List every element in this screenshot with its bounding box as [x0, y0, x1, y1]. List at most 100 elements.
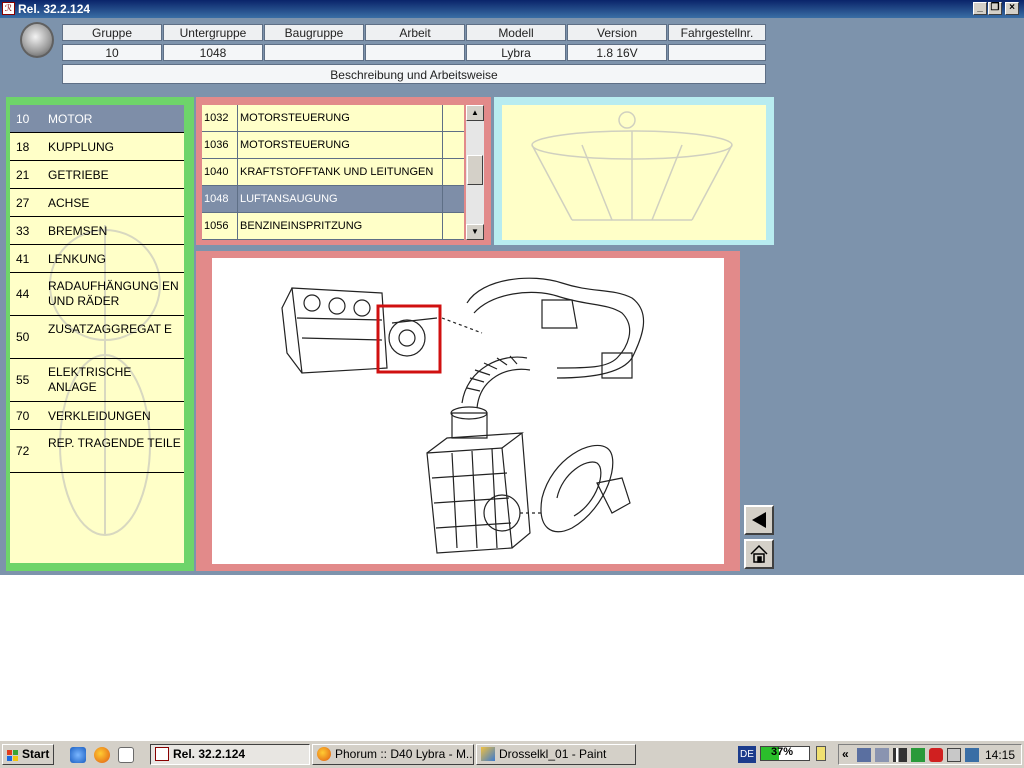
task-label: Drosselkl_01 - Paint — [499, 747, 607, 761]
windows-logo-icon — [7, 749, 19, 761]
subgroup-number: 1040 — [204, 166, 229, 178]
task-button-paint[interactable]: Drosselkl_01 - Paint — [476, 744, 636, 765]
group-item[interactable]: 21 GETRIEBE — [10, 161, 184, 189]
header-value-version: 1.8 16V — [567, 44, 667, 61]
group-item[interactable]: 72 REP. TRAGENDE TEILE — [10, 430, 184, 473]
group-item[interactable]: 27 ACHSE — [10, 189, 184, 217]
scrollbar-thumb[interactable] — [467, 155, 483, 185]
group-label: GETRIEBE — [48, 168, 109, 182]
document-icon[interactable] — [118, 747, 134, 763]
column-divider — [442, 213, 443, 240]
arrow-up-icon[interactable]: ▲ — [466, 105, 484, 121]
thumbnail-view[interactable] — [502, 105, 766, 240]
group-number: 18 — [16, 140, 30, 154]
header-label-fahrgestellnr: Fahrgestellnr. — [668, 24, 766, 41]
highlight-box — [376, 304, 442, 374]
header-value-arbeit — [365, 44, 465, 61]
arrow-down-icon[interactable]: ▼ — [466, 224, 484, 240]
header-label-baugruppe: Baugruppe — [264, 24, 364, 41]
header-value-baugruppe — [264, 44, 364, 61]
app-icon: ℛ — [2, 2, 15, 15]
group-label: ELEKTRISCHE ANLAGE — [48, 365, 132, 394]
group-number: 21 — [16, 168, 30, 182]
signal-icon[interactable] — [893, 748, 907, 762]
lancia-logo-icon — [20, 22, 54, 58]
window-titlebar[interactable]: ℛ Rel. 32.2.124 _ ❐ × — [0, 0, 1024, 18]
home-icon — [750, 544, 768, 563]
column-divider — [237, 105, 238, 132]
group-item[interactable]: 10 MOTOR — [10, 105, 184, 133]
battery-icon[interactable] — [816, 746, 826, 761]
header-value-fahrgestellnr — [668, 44, 766, 61]
subgroup-label: MOTORSTEUERUNG — [240, 139, 350, 151]
column-divider — [442, 186, 443, 213]
task-button-rel[interactable]: Rel. 32.2.124 — [150, 744, 310, 765]
clock[interactable]: 14:15 — [985, 748, 1015, 762]
triangle-left-icon — [752, 512, 766, 528]
connection-icon[interactable] — [911, 748, 925, 762]
window-title: Rel. 32.2.124 — [18, 2, 91, 16]
paint-icon — [481, 747, 495, 761]
firefox-icon[interactable] — [94, 747, 110, 763]
group-number: 70 — [16, 409, 30, 423]
air-intake-assembly-diagram[interactable] — [212, 258, 724, 564]
group-label: LENKUNG — [48, 252, 107, 266]
group-number: 72 — [16, 444, 30, 458]
task-label: Rel. 32.2.124 — [173, 747, 246, 761]
group-label: ZUSATZAGGREGAT E — [48, 322, 173, 336]
task-button-phorum[interactable]: Phorum :: D40 Lybra - M... — [312, 744, 474, 765]
group-item[interactable]: 33 BREMSEN — [10, 217, 184, 245]
home-button[interactable] — [744, 539, 774, 569]
group-label: REP. TRAGENDE TEILE — [48, 436, 181, 450]
group-item[interactable]: 44 RADAUFHÄNGUNG EN UND RÄDER — [10, 273, 184, 316]
subgroup-row[interactable]: 1040 KRAFTSTOFFTANK UND LEITUNGEN — [202, 159, 464, 186]
close-button[interactable]: × — [1005, 2, 1019, 15]
ie-icon[interactable] — [70, 747, 86, 763]
car-silhouette-icon — [531, 111, 733, 221]
app-icon — [155, 747, 169, 761]
minimize-button[interactable]: _ — [973, 2, 987, 15]
group-number: 10 — [16, 112, 30, 126]
taskbar: Start Rel. 32.2.124 Phorum :: D40 Lybra … — [0, 740, 1024, 768]
subgroup-row[interactable]: 1056 BENZINEINSPRITZUNG — [202, 213, 464, 240]
groups-list[interactable]: 10 MOTOR 18 KUPPLUNG 21 GETRIEBE 27 ACHS… — [10, 105, 184, 563]
column-divider — [237, 159, 238, 186]
subgroup-label: BENZINEINSPRITZUNG — [240, 220, 363, 232]
group-item[interactable]: 41 LENKUNG — [10, 245, 184, 273]
subgroup-number: 1032 — [204, 112, 229, 124]
header-value-modell: Lybra — [466, 44, 566, 61]
device-icon[interactable] — [947, 748, 961, 762]
start-button[interactable]: Start — [2, 744, 54, 765]
group-item[interactable]: 50 ZUSATZAGGREGAT E — [10, 316, 184, 359]
restore-button[interactable]: ❐ — [988, 2, 1002, 15]
group-item[interactable]: 55 ELEKTRISCHE ANLAGE — [10, 359, 184, 402]
group-number: 41 — [16, 252, 30, 266]
group-label: MOTOR — [48, 112, 93, 126]
group-label: ACHSE — [48, 196, 90, 210]
group-number: 33 — [16, 224, 30, 238]
subgroups-list[interactable]: 1032 MOTORSTEUERUNG 1036 MOTORSTEUERUNG … — [202, 105, 464, 240]
column-divider — [237, 186, 238, 213]
battery-meter[interactable]: 37% — [760, 746, 810, 761]
back-button[interactable] — [744, 505, 774, 535]
group-number: 44 — [16, 287, 30, 301]
antivirus-icon[interactable] — [929, 748, 943, 762]
network-icon[interactable] — [857, 748, 871, 762]
network-disconnected-icon[interactable] — [875, 748, 889, 762]
firefox-icon — [317, 747, 331, 761]
tray-expand-chevron-icon[interactable]: « — [842, 747, 849, 761]
column-divider — [442, 159, 443, 186]
group-number: 55 — [16, 373, 30, 387]
header-value-gruppe: 10 — [62, 44, 162, 61]
app-tray-icon[interactable] — [965, 748, 979, 762]
subgroup-row[interactable]: 1048 LUFTANSAUGUNG — [202, 186, 464, 213]
subgroups-scrollbar[interactable]: ▲ ▼ — [466, 105, 484, 240]
header-label-arbeit: Arbeit — [365, 24, 465, 41]
subgroup-row[interactable]: 1036 MOTORSTEUERUNG — [202, 132, 464, 159]
group-item[interactable]: 18 KUPPLUNG — [10, 133, 184, 161]
diagram-drawing — [281, 277, 645, 554]
battery-percent: 37% — [771, 746, 794, 758]
subgroup-row[interactable]: 1032 MOTORSTEUERUNG — [202, 105, 464, 132]
language-indicator[interactable]: DE — [738, 746, 756, 763]
group-item[interactable]: 70 VERKLEIDUNGEN — [10, 402, 184, 430]
